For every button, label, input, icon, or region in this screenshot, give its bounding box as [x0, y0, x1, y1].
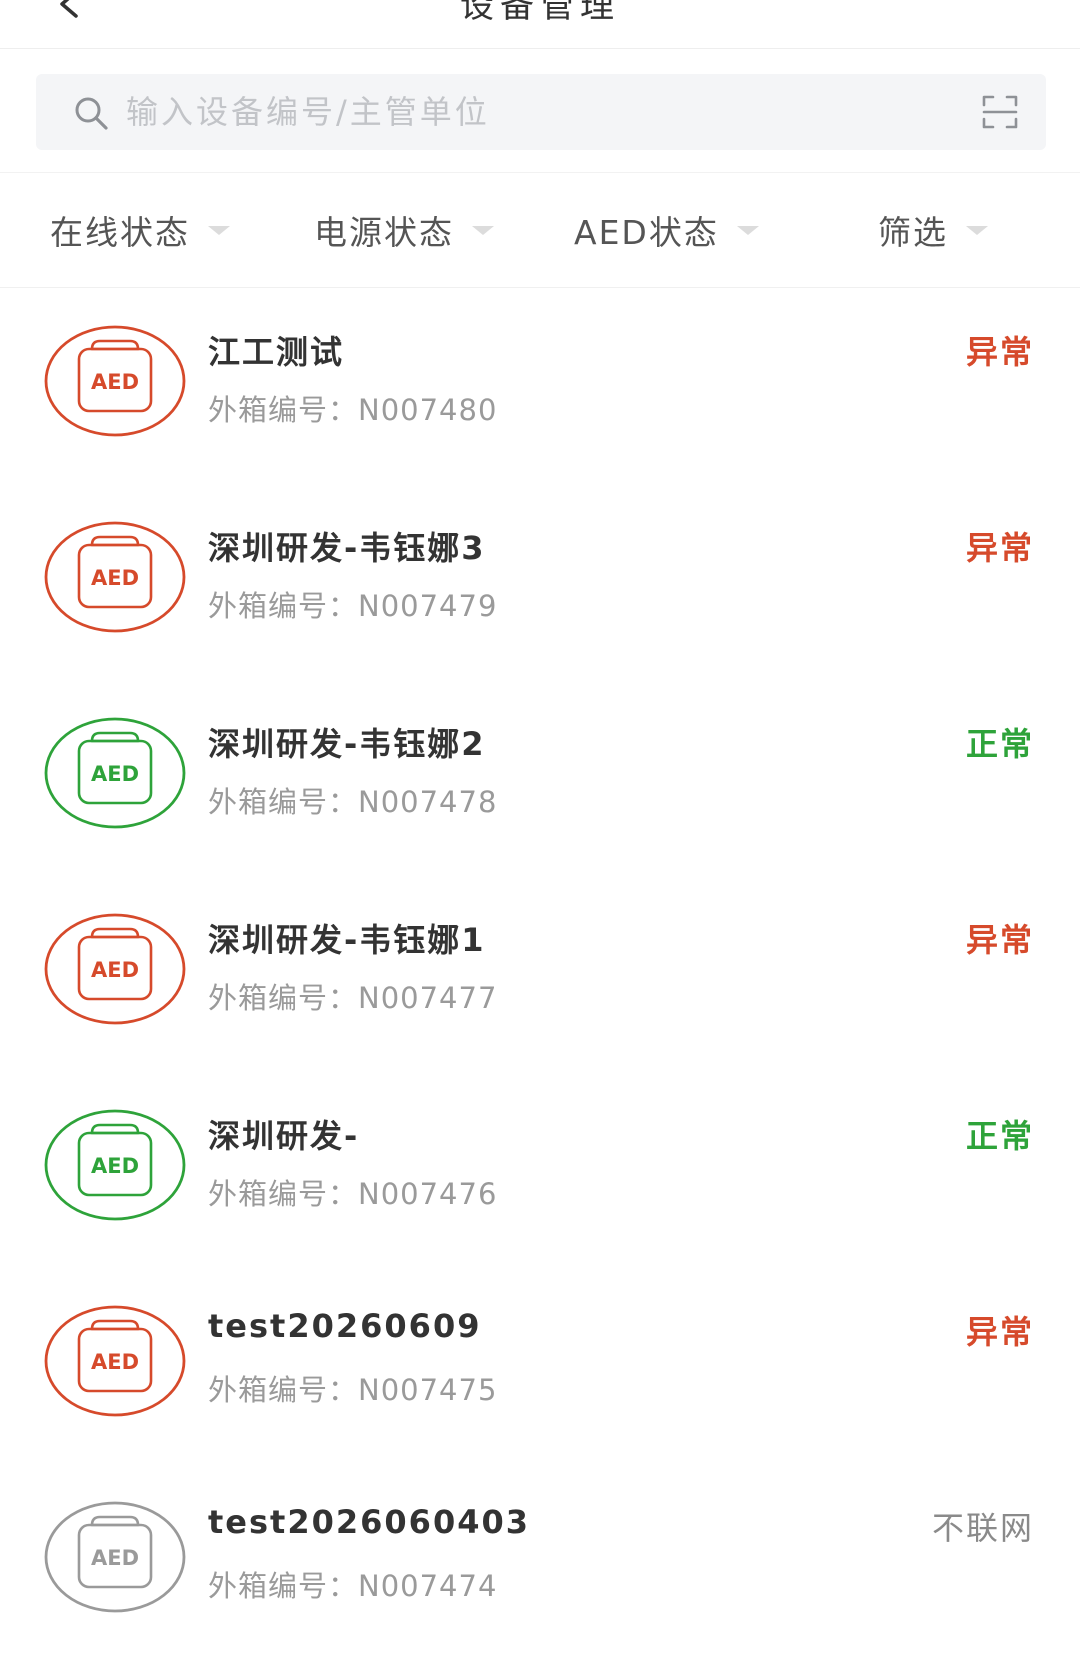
caret-down-icon — [736, 225, 759, 235]
header-bar: 设备管理 — [0, 0, 1080, 49]
aed-icon-text: AED — [91, 762, 139, 786]
box-number-label: 外箱编号： — [208, 1177, 359, 1211]
aed-device-icon: AED — [44, 1109, 186, 1221]
box-number-value: N007478 — [358, 785, 498, 819]
aed-device-icon: AED — [44, 521, 186, 633]
device-row[interactable]: AED 深圳研发-韦钰娜3 外箱编号：N007479 异常 — [0, 483, 1080, 679]
search-input[interactable] — [126, 74, 926, 150]
aed-device-icon: AED — [44, 1501, 186, 1613]
device-name: 深圳研发-韦钰娜3 — [208, 529, 486, 567]
box-number: 外箱编号：N007477 — [208, 975, 497, 1017]
device-name: 深圳研发-韦钰娜2 — [208, 725, 486, 763]
box-number-value: N007475 — [358, 1373, 498, 1407]
box-number-label: 外箱编号： — [208, 981, 359, 1015]
device-name: 深圳研发- — [208, 1117, 360, 1155]
box-number: 外箱编号：N007476 — [208, 1171, 497, 1213]
caret-down-icon — [966, 225, 988, 235]
device-row[interactable]: AED 深圳研发-韦钰娜2 外箱编号：N007478 正常 — [0, 679, 1080, 875]
box-number: 外箱编号：N007479 — [208, 583, 497, 625]
device-row[interactable]: AED test20260609 外箱编号：N007475 异常 — [0, 1267, 1080, 1463]
aed-icon-text: AED — [91, 1546, 139, 1570]
filter-bar: 在线状态 电源状态 AED状态 筛选 — [0, 172, 1080, 288]
aed-device-icon: AED — [44, 325, 186, 437]
status-badge: 正常 — [965, 725, 1034, 763]
aed-device-icon: AED — [44, 1305, 186, 1417]
filter-label: 筛选 — [878, 213, 948, 252]
box-number: 外箱编号：N007478 — [208, 779, 497, 821]
device-row[interactable]: AED 深圳研发-韦钰娜1 外箱编号：N007477 异常 — [0, 875, 1080, 1071]
scan-icon[interactable] — [980, 92, 1020, 132]
search-box[interactable] — [36, 74, 1046, 150]
filter-power-status[interactable]: 电源状态 — [314, 173, 494, 287]
device-row[interactable]: AED test2026060403 外箱编号：N007474 不联网 — [0, 1463, 1080, 1659]
box-number-value: N007479 — [358, 589, 498, 623]
status-badge: 异常 — [965, 529, 1034, 567]
page-title: 设备管理 — [460, 0, 620, 26]
device-name: test2026060403 — [208, 1503, 530, 1541]
caret-down-icon — [472, 225, 494, 235]
status-badge: 不联网 — [931, 1509, 1034, 1547]
filter-aed-status[interactable]: AED状态 — [574, 173, 759, 287]
box-number: 外箱编号：N007475 — [208, 1367, 497, 1409]
status-badge: 异常 — [965, 921, 1034, 959]
aed-icon-text: AED — [91, 370, 139, 394]
device-name: test20260609 — [208, 1307, 482, 1345]
box-number-value: N007480 — [358, 393, 498, 427]
box-number-label: 外箱编号： — [208, 1373, 359, 1407]
caret-down-icon — [208, 225, 230, 235]
box-number: 外箱编号：N007480 — [208, 387, 497, 429]
filter-more[interactable]: 筛选 — [878, 173, 988, 287]
box-number: 外箱编号：N007474 — [208, 1563, 497, 1605]
device-row[interactable]: AED 江工测试 外箱编号：N007480 异常 — [0, 287, 1080, 483]
aed-device-icon: AED — [44, 717, 186, 829]
aed-icon-text: AED — [91, 566, 139, 590]
status-badge: 异常 — [965, 1313, 1034, 1351]
search-section — [0, 48, 1080, 172]
search-icon — [75, 97, 108, 130]
filter-label: 在线状态 — [50, 213, 190, 252]
status-badge: 正常 — [965, 1117, 1034, 1155]
box-number-value: N007477 — [358, 981, 498, 1015]
box-number-label: 外箱编号： — [208, 589, 359, 623]
aed-device-icon: AED — [44, 913, 186, 1025]
device-name: 深圳研发-韦钰娜1 — [208, 921, 486, 959]
aed-icon-text: AED — [91, 1154, 139, 1178]
filter-label: AED状态 — [574, 213, 719, 252]
aed-icon-text: AED — [91, 1350, 139, 1374]
status-badge: 异常 — [965, 333, 1034, 371]
device-name: 江工测试 — [208, 333, 345, 371]
box-number-label: 外箱编号： — [208, 785, 359, 819]
device-row[interactable]: AED 深圳研发- 外箱编号：N007476 正常 — [0, 1071, 1080, 1267]
box-number-label: 外箱编号： — [208, 393, 359, 427]
box-number-value: N007474 — [358, 1569, 498, 1603]
device-list: AED 江工测试 外箱编号：N007480 异常 AED 深圳研发-韦钰娜3 外… — [0, 287, 1080, 1659]
filter-online-status[interactable]: 在线状态 — [50, 173, 230, 287]
box-number-value: N007476 — [358, 1177, 498, 1211]
box-number-label: 外箱编号： — [208, 1569, 359, 1603]
filter-label: 电源状态 — [314, 213, 454, 252]
aed-icon-text: AED — [91, 958, 139, 982]
